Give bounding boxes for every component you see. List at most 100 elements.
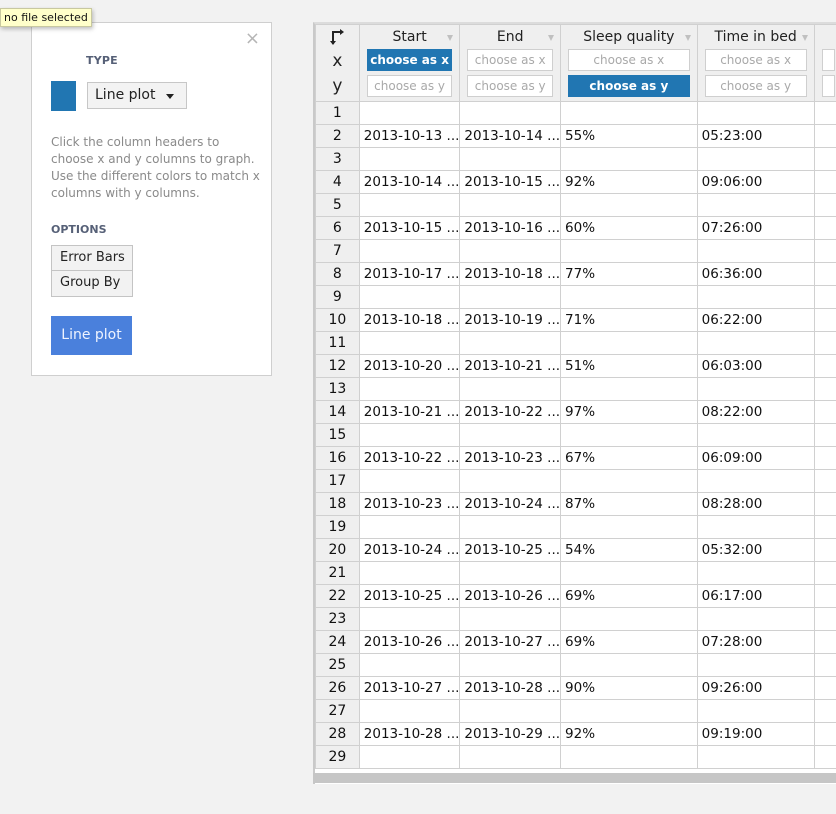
row-number[interactable]: 1	[315, 101, 360, 125]
row-number[interactable]: 7	[315, 239, 360, 263]
table-cell[interactable]: 97%	[560, 400, 698, 424]
choose-x-button[interactable]	[821, 49, 835, 71]
table-cell[interactable]: 90%	[560, 676, 698, 700]
column-header-start[interactable]: Start choose as x choose as y	[358, 24, 461, 102]
table-cell[interactable]	[696, 699, 815, 723]
table-cell[interactable]: 77%	[560, 262, 698, 286]
column-menu-icon[interactable]	[801, 35, 808, 41]
swap-axes-icon[interactable]	[316, 26, 358, 50]
table-cell[interactable]	[813, 354, 836, 378]
row-number[interactable]: 24	[315, 630, 360, 654]
table-cell[interactable]: 2013-10-29 ...	[459, 722, 562, 746]
table-cell[interactable]: 2013-10-14 ...	[358, 170, 461, 194]
table-cell[interactable]	[813, 653, 836, 677]
table-cell[interactable]: 2013-10-24 ...	[459, 492, 562, 516]
error-bars-button[interactable]: Error Bars	[51, 245, 133, 271]
choose-y-button[interactable]: choose as y	[704, 75, 807, 97]
table-cell[interactable]: 2013-10-27 ...	[358, 676, 461, 700]
row-number[interactable]: 5	[315, 193, 360, 217]
column-header-sleep-quality[interactable]: Sleep quality choose as x choose as y	[560, 24, 698, 102]
row-number[interactable]: 11	[315, 331, 360, 355]
table-cell[interactable]	[459, 469, 562, 493]
table-cell[interactable]	[813, 147, 836, 171]
table-cell[interactable]: 2013-10-18 ...	[358, 308, 461, 332]
table-cell[interactable]	[358, 377, 461, 401]
table-cell[interactable]	[696, 147, 815, 171]
group-by-button[interactable]: Group By	[51, 271, 133, 297]
column-header-end[interactable]: End choose as x choose as y	[459, 24, 562, 102]
choose-y-button[interactable]: choose as y	[366, 75, 453, 97]
table-cell[interactable]: 92%	[560, 722, 698, 746]
table-cell[interactable]	[459, 147, 562, 171]
table-cell[interactable]: 2013-10-16 ...	[459, 216, 562, 240]
row-number[interactable]: 6	[315, 216, 360, 240]
row-number[interactable]: 4	[315, 170, 360, 194]
table-cell[interactable]: 07:26:00	[696, 216, 815, 240]
table-cell[interactable]	[813, 722, 836, 746]
table-cell[interactable]: 2013-10-24 ...	[358, 538, 461, 562]
table-cell[interactable]	[358, 745, 461, 769]
table-cell[interactable]: 2013-10-21 ...	[358, 400, 461, 424]
table-cell[interactable]	[560, 147, 698, 171]
choose-x-button[interactable]: choose as x	[568, 49, 690, 71]
table-cell[interactable]: 2013-10-28 ...	[358, 722, 461, 746]
table-cell[interactable]	[696, 653, 815, 677]
column-menu-icon[interactable]	[447, 35, 454, 41]
table-cell[interactable]: 2013-10-20 ...	[358, 354, 461, 378]
table-cell[interactable]	[358, 193, 461, 217]
table-cell[interactable]: 2013-10-13 ...	[358, 124, 461, 148]
plot-type-select[interactable]: Line plot	[87, 82, 187, 109]
table-cell[interactable]	[358, 653, 461, 677]
row-number[interactable]: 17	[315, 469, 360, 493]
table-cell[interactable]	[560, 101, 698, 125]
table-cell[interactable]	[813, 216, 836, 240]
table-cell[interactable]	[560, 607, 698, 631]
choose-y-button[interactable]	[821, 75, 835, 97]
table-cell[interactable]: 2013-10-19 ...	[459, 308, 562, 332]
row-number[interactable]: 29	[315, 745, 360, 769]
table-cell[interactable]	[459, 285, 562, 309]
table-cell[interactable]: 2013-10-15 ...	[358, 216, 461, 240]
table-cell[interactable]: 06:36:00	[696, 262, 815, 286]
table-cell[interactable]	[560, 699, 698, 723]
table-cell[interactable]: 87%	[560, 492, 698, 516]
table-cell[interactable]	[560, 515, 698, 539]
row-number[interactable]: 22	[315, 584, 360, 608]
table-cell[interactable]	[459, 561, 562, 585]
table-cell[interactable]	[459, 101, 562, 125]
row-number[interactable]: 28	[315, 722, 360, 746]
table-cell[interactable]	[813, 492, 836, 516]
table-cell[interactable]	[813, 446, 836, 470]
table-cell[interactable]	[459, 699, 562, 723]
table-cell[interactable]: 2013-10-17 ...	[358, 262, 461, 286]
table-cell[interactable]	[358, 699, 461, 723]
table-cell[interactable]	[459, 653, 562, 677]
table-cell[interactable]	[358, 469, 461, 493]
table-cell[interactable]	[358, 423, 461, 447]
line-plot-submit-button[interactable]: Line plot	[51, 316, 132, 355]
column-header-clipped[interactable]	[813, 24, 836, 102]
row-number[interactable]: 9	[315, 285, 360, 309]
table-cell[interactable]	[813, 584, 836, 608]
table-cell[interactable]: 05:32:00	[696, 538, 815, 562]
table-cell[interactable]: 69%	[560, 630, 698, 654]
column-header-time-in-bed[interactable]: Time in bed choose as x choose as y	[696, 24, 815, 102]
table-cell[interactable]: 2013-10-26 ...	[459, 584, 562, 608]
table-cell[interactable]: 09:19:00	[696, 722, 815, 746]
table-cell[interactable]: 2013-10-22 ...	[358, 446, 461, 470]
table-cell[interactable]	[560, 193, 698, 217]
table-cell[interactable]	[696, 377, 815, 401]
table-cell[interactable]: 07:28:00	[696, 630, 815, 654]
table-cell[interactable]	[813, 515, 836, 539]
table-cell[interactable]	[696, 239, 815, 263]
row-number[interactable]: 21	[315, 561, 360, 585]
table-cell[interactable]	[696, 561, 815, 585]
table-cell[interactable]	[813, 423, 836, 447]
table-cell[interactable]	[560, 239, 698, 263]
table-cell[interactable]	[560, 469, 698, 493]
table-cell[interactable]	[358, 285, 461, 309]
table-cell[interactable]	[459, 331, 562, 355]
table-cell[interactable]: 06:09:00	[696, 446, 815, 470]
table-cell[interactable]	[696, 469, 815, 493]
table-cell[interactable]: 08:28:00	[696, 492, 815, 516]
